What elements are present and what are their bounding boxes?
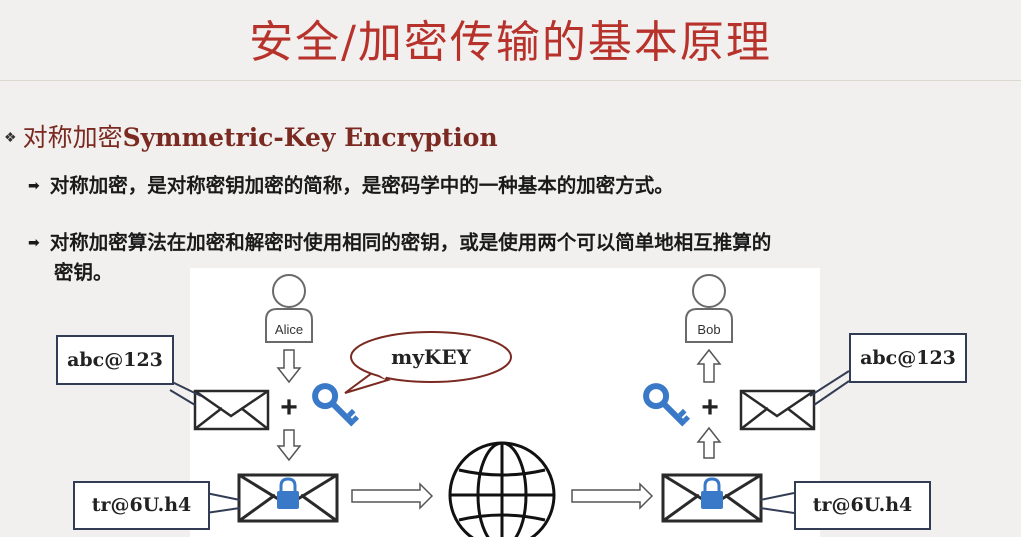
transmit-arrow-icon <box>571 482 654 510</box>
callout-pointer <box>759 492 795 501</box>
plus-sign-right: + <box>701 391 719 424</box>
locked-envelope-icon-left <box>237 473 339 523</box>
callout-pointer <box>813 380 850 406</box>
plaintext-callout-right: abc@123 <box>849 333 967 383</box>
ciphertext-callout-right: tr@6U.h4 <box>794 481 931 530</box>
alice-label: Alice <box>275 322 303 337</box>
key-speech-bubble: myKEY <box>344 331 512 394</box>
locked-envelope-icon-right <box>661 473 763 523</box>
globe-icon <box>448 441 556 537</box>
transmit-arrow-icon <box>351 482 434 510</box>
bob-label: Bob <box>697 322 720 337</box>
down-arrow-icon <box>276 349 302 384</box>
alice-user-icon: Alice <box>265 274 313 343</box>
encryption-diagram: Alice Bob + + myKEY <box>169 274 850 537</box>
up-arrow-icon <box>696 348 722 383</box>
envelope-icon-left <box>193 389 270 431</box>
envelope-icon-right <box>739 389 816 431</box>
up-arrow-icon <box>696 426 722 459</box>
callout-pointer <box>205 492 241 501</box>
plaintext-callout-left: abc@123 <box>56 335 174 385</box>
key-label: myKEY <box>391 345 471 369</box>
callout-pointer <box>809 370 850 397</box>
ciphertext-callout-left: tr@6U.h4 <box>73 481 210 530</box>
callout-pointer <box>759 507 795 514</box>
bob-user-icon: Bob <box>685 274 733 343</box>
plus-sign-left: + <box>280 391 298 424</box>
down-arrow-icon <box>276 429 302 462</box>
callout-pointer <box>205 507 241 514</box>
key-icon-right <box>643 383 691 427</box>
